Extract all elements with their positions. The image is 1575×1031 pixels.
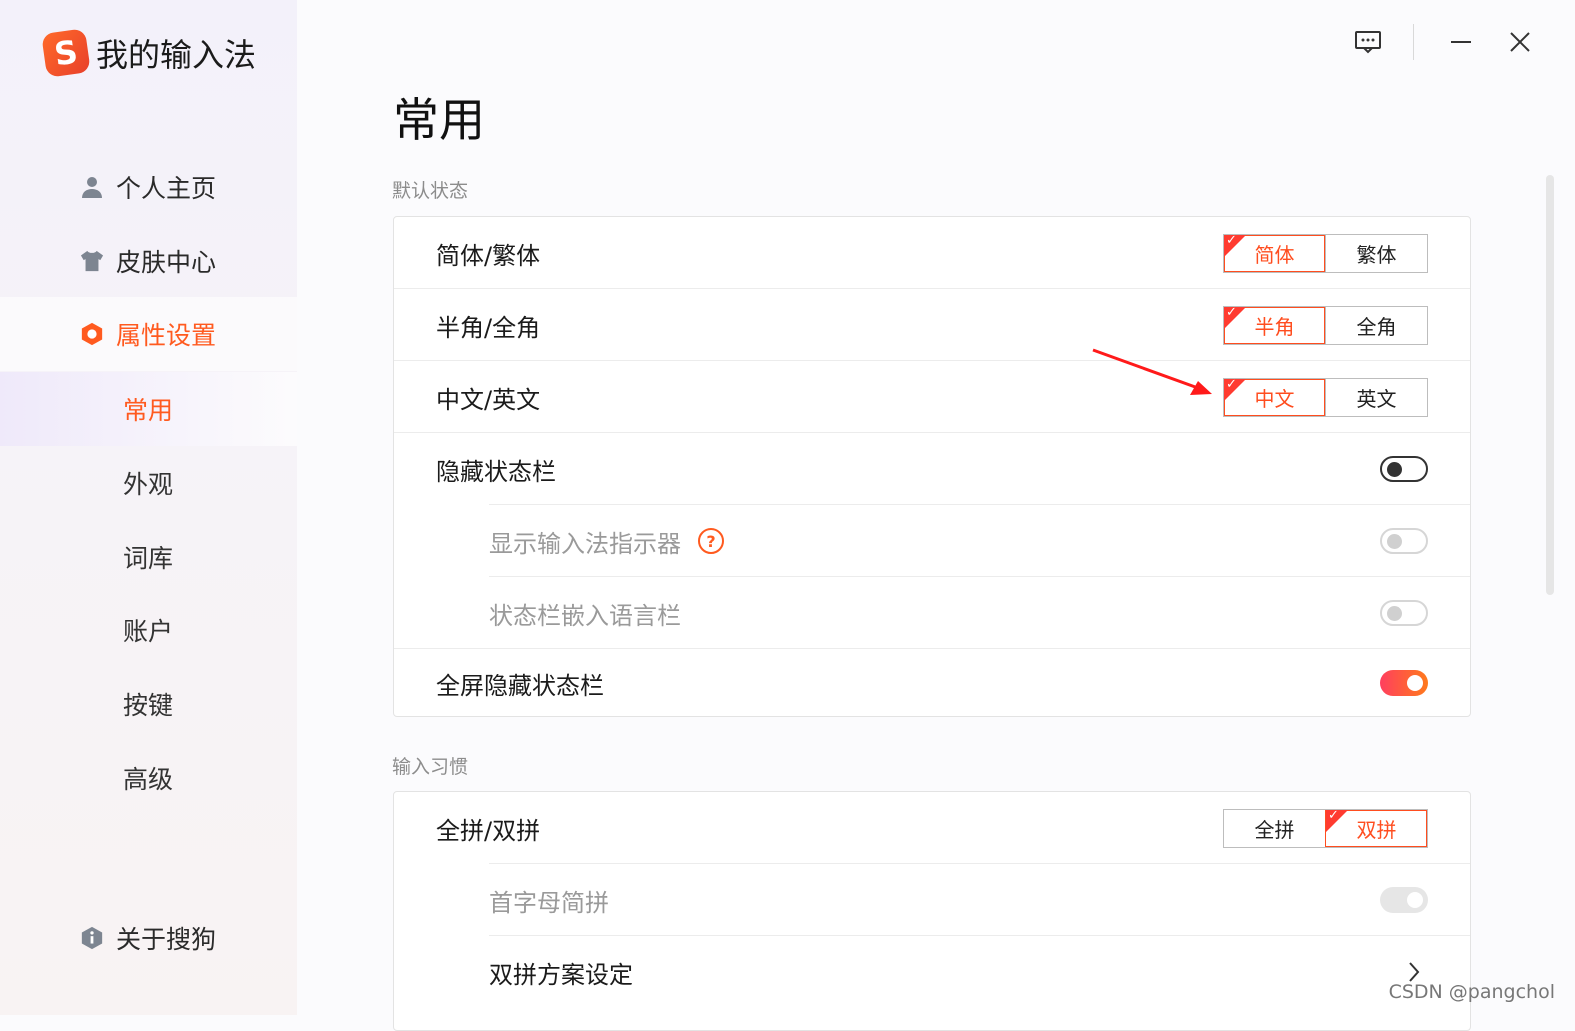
setting-label: 状态栏嵌入语言栏 [489, 601, 681, 630]
segment-option-traditional[interactable]: 繁体 [1325, 234, 1427, 272]
info-hexagon-icon [80, 926, 104, 950]
hexagon-settings-icon [80, 322, 104, 346]
segment-option-label: 半角 [1254, 314, 1295, 339]
toggle-switch[interactable] [1380, 456, 1428, 482]
setting-label: 全拼/双拼 [436, 816, 541, 845]
setting-label: 半角/全角 [436, 313, 541, 342]
sidebar-subitem-label: 按键 [123, 691, 174, 720]
segment-option-halfwidth[interactable]: ✓ 半角 [1224, 304, 1325, 344]
setting-label: 简体/繁体 [436, 241, 541, 270]
toggle-knob [1407, 892, 1423, 908]
segmented-control: ✓ 半角 全角 [1223, 304, 1428, 345]
sidebar-subitem-label: 外观 [123, 470, 174, 499]
setting-row-full-double-pinyin: 全拼/双拼 全拼 ✓ 双拼 [394, 792, 1470, 864]
watermark: CSDN @pangchol [1388, 981, 1555, 1003]
setting-row-hide-statusbar: 隐藏状态栏 [394, 433, 1470, 505]
check-icon: ✓ [1328, 807, 1339, 823]
setting-label: 隐藏状态栏 [436, 457, 556, 486]
check-icon: ✓ [1226, 304, 1237, 320]
toggle-knob [1387, 534, 1402, 549]
brand: S 我的输入法 [41, 28, 257, 78]
shirt-icon [80, 249, 104, 273]
help-icon[interactable]: ? [698, 528, 724, 554]
setting-label: 双拼方案设定 [489, 960, 633, 989]
segment-option-double-pinyin[interactable]: ✓ 双拼 [1325, 807, 1427, 847]
sidebar-item-about[interactable]: 关于搜狗 [0, 901, 297, 975]
sidebar-subitem-common[interactable]: 常用 [0, 372, 297, 446]
setting-row-halfwidth-fullwidth: 半角/全角 ✓ 半角 全角 [394, 289, 1470, 361]
toggle-switch[interactable] [1380, 528, 1428, 554]
toggle-switch[interactable] [1380, 600, 1428, 626]
setting-label: 首字母简拼 [489, 888, 609, 917]
toggle-knob [1407, 675, 1423, 691]
sidebar-subitem-account[interactable]: 账户 [0, 593, 297, 667]
segmented-control: ✓ 简体 繁体 [1223, 232, 1428, 273]
segment-option-label: 全角 [1356, 314, 1397, 339]
setting-row-fullscreen-hide-statusbar: 全屏隐藏状态栏 [394, 647, 1470, 719]
segment-option-label: 全拼 [1254, 817, 1295, 842]
setting-row-simplified-traditional: 简体/繁体 ✓ 简体 繁体 [394, 217, 1470, 289]
sidebar-item-label: 属性设置 [116, 321, 217, 350]
setting-row-show-indicator: 显示输入法指示器 ? [394, 505, 1470, 577]
toggle-knob [1387, 462, 1402, 477]
sidebar-subitem-label: 账户 [123, 617, 174, 646]
segmented-control: ✓ 中文 英文 [1223, 376, 1428, 417]
sidebar-item-profile[interactable]: 个人主页 [0, 150, 297, 224]
settings-card-default-state: 简体/繁体 ✓ 简体 繁体 半角/全角 ✓ 半角 全角 中文/英文 ✓ 中文 英文 隐… [393, 216, 1471, 717]
toggle-switch[interactable] [1380, 670, 1428, 696]
section-label-input-habits: 输入习惯 [392, 756, 469, 778]
sidebar-item-label: 皮肤中心 [116, 248, 217, 277]
settings-card-input-habits: 全拼/双拼 全拼 ✓ 双拼 首字母简拼 双拼方案设定 [393, 791, 1471, 1031]
toggle-switch[interactable] [1380, 887, 1428, 913]
scrollbar[interactable] [1546, 175, 1554, 595]
setting-row-chinese-english: 中文/英文 ✓ 中文 英文 [394, 361, 1470, 433]
page-title: 常用 [393, 93, 485, 147]
setting-label: 中文/英文 [436, 385, 541, 414]
sidebar-item-settings[interactable]: 属性设置 [0, 297, 297, 371]
segment-option-label: 中文 [1254, 386, 1295, 411]
close-icon[interactable] [1502, 24, 1538, 60]
sidebar-subitem-advanced[interactable]: 高级 [0, 741, 297, 815]
sidebar-subitem-label: 常用 [123, 396, 174, 425]
setting-row-embed-language-bar: 状态栏嵌入语言栏 [394, 577, 1470, 649]
toggle-knob [1387, 606, 1402, 621]
annotation-arrow-icon [1092, 348, 1212, 395]
segment-option-chinese[interactable]: ✓ 中文 [1224, 376, 1325, 416]
sidebar-subitem-keys[interactable]: 按键 [0, 667, 297, 741]
window-controls-divider [1413, 24, 1414, 60]
setting-row-double-pinyin-scheme[interactable]: 双拼方案设定 [394, 936, 1470, 1008]
check-icon: ✓ [1226, 376, 1237, 392]
segment-option-label: 英文 [1356, 386, 1397, 411]
sidebar-subitem-dictionary[interactable]: 词库 [0, 520, 297, 594]
segmented-control: 全拼 ✓ 双拼 [1223, 807, 1428, 848]
feedback-icon[interactable] [1350, 24, 1386, 60]
sidebar-subitem-appearance[interactable]: 外观 [0, 446, 297, 520]
setting-row-initial-abbrev: 首字母简拼 [394, 864, 1470, 936]
sidebar-item-label: 关于搜狗 [116, 925, 217, 954]
section-label-default-state: 默认状态 [392, 180, 469, 202]
sidebar-subitem-label: 高级 [123, 765, 174, 794]
sidebar-item-label: 个人主页 [116, 174, 217, 203]
segment-option-label: 双拼 [1356, 817, 1397, 842]
user-icon [80, 175, 104, 199]
check-icon: ✓ [1226, 232, 1237, 248]
segment-option-full-pinyin[interactable]: 全拼 [1224, 810, 1325, 847]
app-logo: S [41, 28, 91, 78]
segment-option-english[interactable]: 英文 [1325, 378, 1427, 416]
segment-option-simplified[interactable]: ✓ 简体 [1224, 232, 1325, 272]
sidebar-subitem-label: 词库 [123, 544, 174, 573]
minimize-icon[interactable] [1443, 24, 1479, 60]
segment-option-label: 繁体 [1356, 242, 1397, 267]
setting-label: 显示输入法指示器 [489, 529, 681, 558]
setting-label: 全屏隐藏状态栏 [436, 671, 604, 700]
sidebar-item-skin[interactable]: 皮肤中心 [0, 224, 297, 298]
sidebar: S 我的输入法 个人主页 皮肤中心 属性设置 常用 外观 词库 账户 按键 高级 [0, 0, 297, 1015]
app-title: 我的输入法 [96, 36, 257, 74]
segment-option-label: 简体 [1254, 242, 1295, 267]
segment-option-fullwidth[interactable]: 全角 [1325, 306, 1427, 344]
